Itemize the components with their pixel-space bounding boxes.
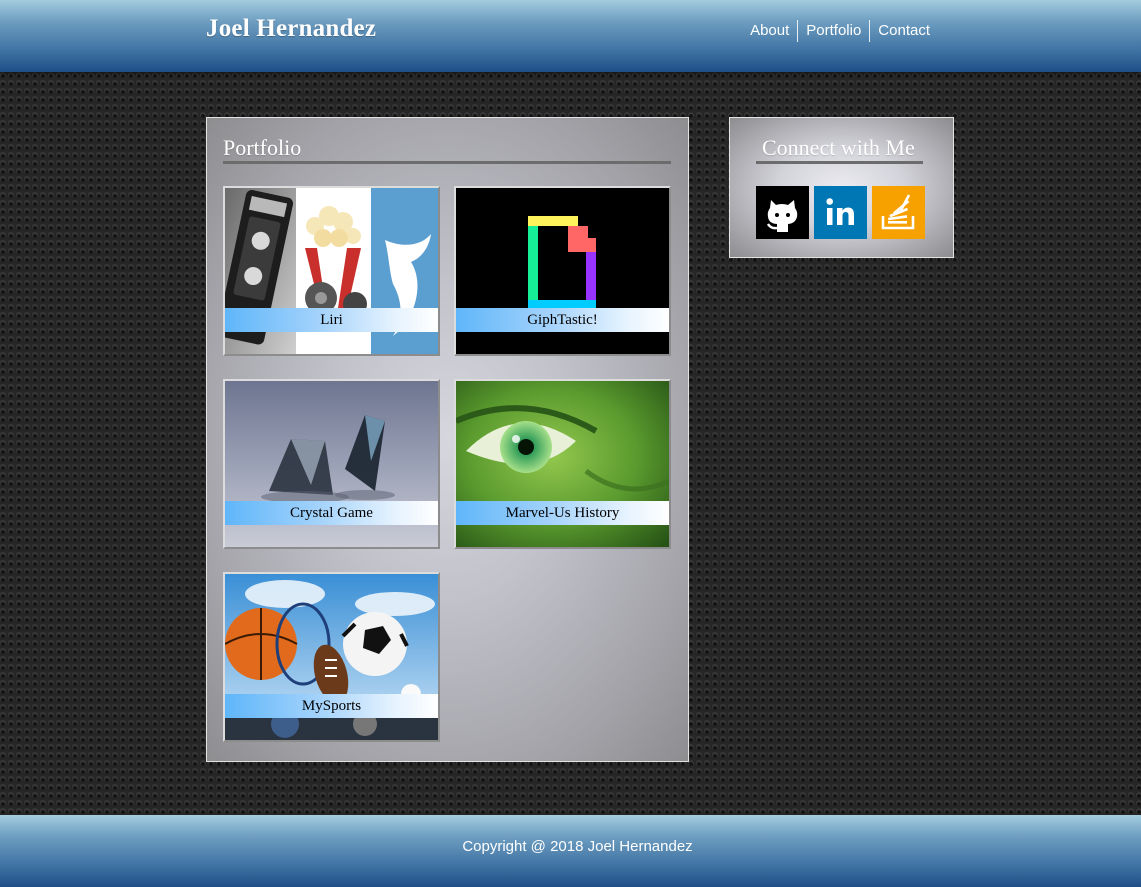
portfolio-title-divider — [223, 161, 671, 164]
connect-panel: Connect with Me — [729, 117, 954, 258]
main-nav: About Portfolio Contact — [742, 20, 938, 42]
nav-portfolio-link[interactable]: Portfolio — [797, 20, 869, 42]
site-header: Joel Hernandez About Portfolio Contact — [0, 0, 1141, 72]
project-caption: GiphTastic! — [456, 308, 669, 332]
site-brand[interactable]: Joel Hernandez — [206, 15, 376, 43]
linkedin-icon — [814, 186, 867, 239]
project-card-liri[interactable]: Liri — [223, 186, 440, 356]
nav-contact-link[interactable]: Contact — [869, 20, 938, 42]
connect-title-divider — [756, 161, 923, 164]
project-caption: Marvel-Us History — [456, 501, 669, 525]
github-link[interactable] — [756, 186, 809, 239]
github-icon — [756, 186, 809, 239]
portfolio-title: Portfolio — [223, 135, 302, 160]
project-card-crystal-game[interactable]: Crystal Game — [223, 379, 440, 549]
stackoverflow-link[interactable] — [872, 186, 925, 239]
portfolio-panel: Portfolio Liri GiphTastic! Crystal Game … — [206, 117, 689, 762]
project-card-marvel-us-history[interactable]: Marvel-Us History — [454, 379, 671, 549]
project-caption: MySports — [225, 694, 438, 718]
nav-about-link[interactable]: About — [742, 20, 797, 42]
project-card-giphtastic[interactable]: GiphTastic! — [454, 186, 671, 356]
connect-title: Connect with Me — [762, 135, 915, 160]
project-caption: Liri — [225, 308, 438, 332]
linkedin-link[interactable] — [814, 186, 867, 239]
project-card-mysports[interactable]: MySports — [223, 572, 440, 742]
copyright-text: Copyright @ 2018 Joel Hernandez — [462, 838, 693, 855]
site-footer: Copyright @ 2018 Joel Hernandez — [0, 815, 1141, 887]
project-caption: Crystal Game — [225, 501, 438, 525]
stackoverflow-icon — [872, 186, 925, 239]
